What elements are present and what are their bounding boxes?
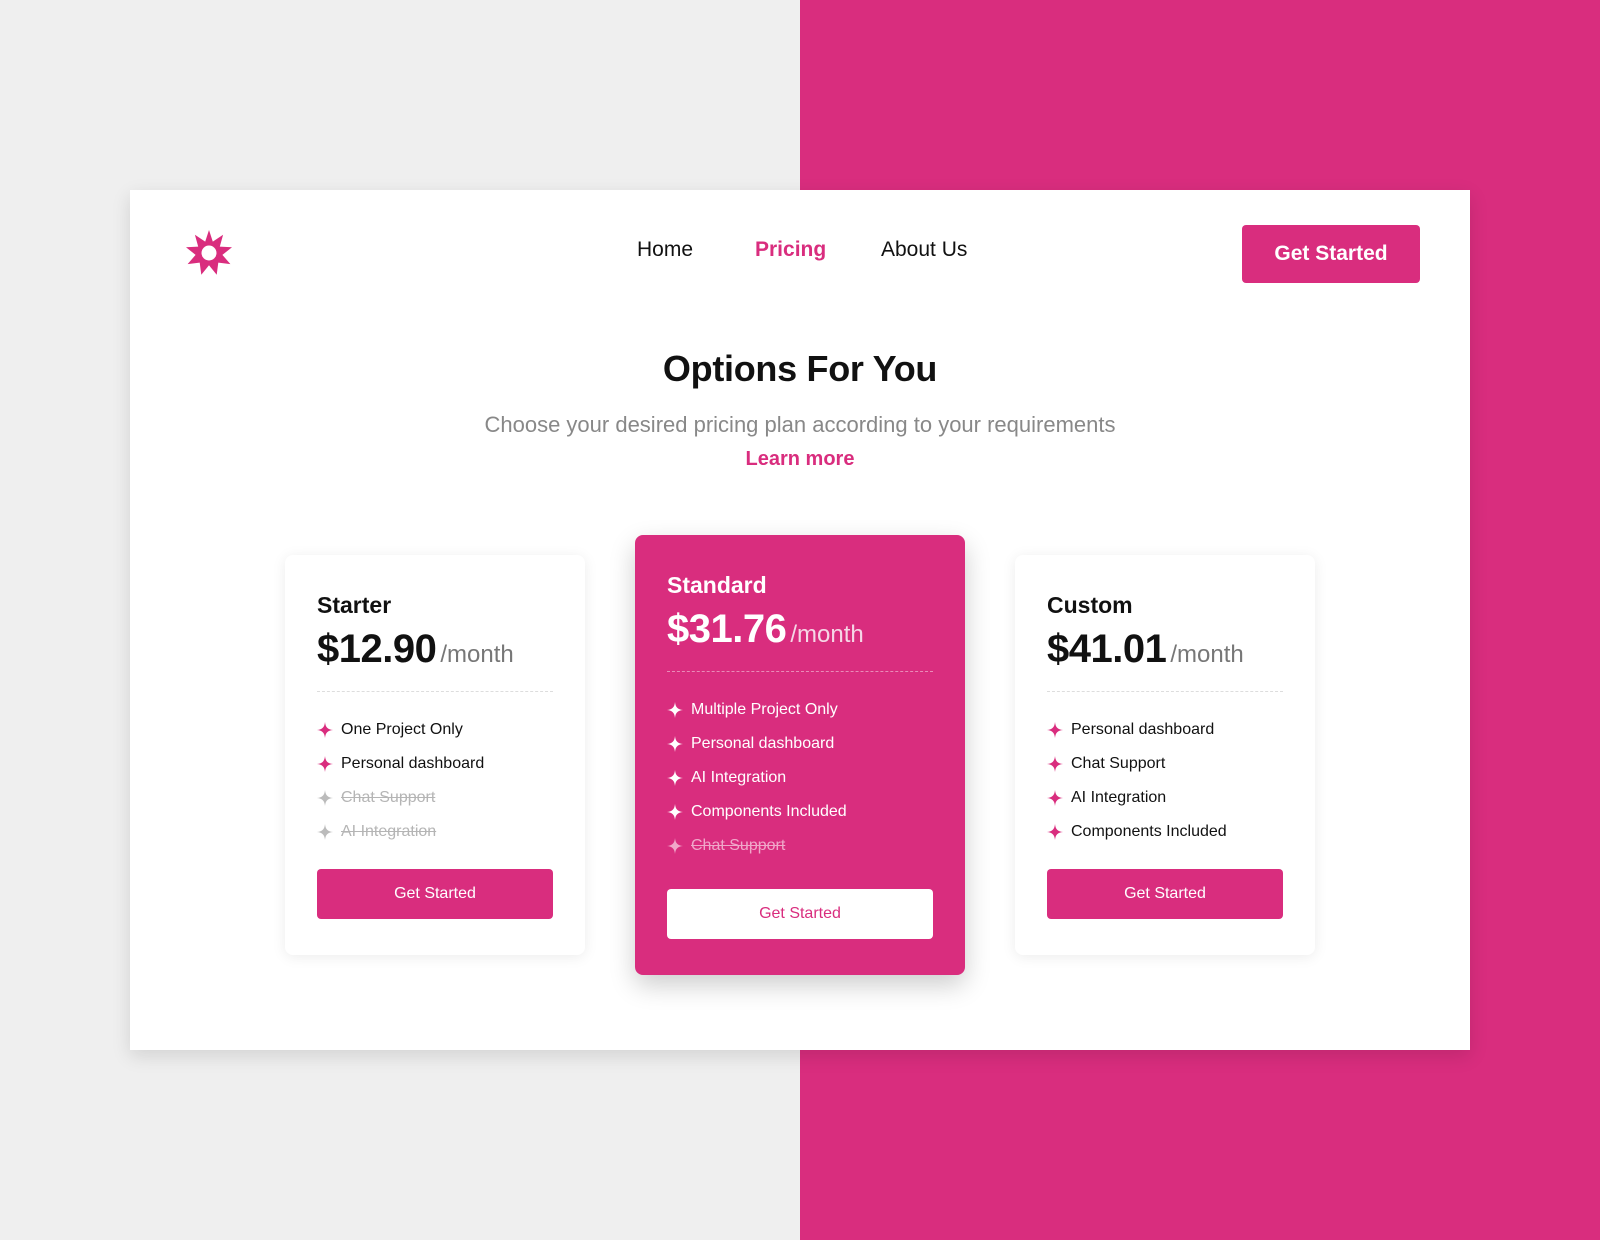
plan-price: $31.76 bbox=[667, 607, 787, 651]
feature-item: One Project Only bbox=[317, 713, 484, 747]
sparkle-icon bbox=[667, 804, 683, 820]
feature-list: Multiple Project Only Personal dashboard… bbox=[667, 693, 847, 863]
divider bbox=[1047, 691, 1283, 692]
feature-label: Chat Support bbox=[341, 789, 436, 806]
feature-item-unavailable: Chat Support bbox=[667, 829, 847, 863]
plan-card-starter: Starter $12.90/month One Project Only Pe… bbox=[285, 555, 585, 955]
plan-period: /month bbox=[790, 621, 864, 648]
sparkle-icon bbox=[317, 790, 333, 806]
feature-item: Personal dashboard bbox=[317, 747, 484, 781]
feature-item: AI Integration bbox=[1047, 781, 1227, 815]
page-title: Options For You bbox=[662, 348, 938, 389]
sparkle-icon bbox=[317, 722, 333, 738]
plan-price-row: $41.01/month bbox=[1047, 627, 1244, 672]
header-get-started-button[interactable]: Get Started bbox=[1242, 225, 1420, 283]
nav-about-link[interactable]: About Us bbox=[881, 238, 967, 262]
feature-label: Components Included bbox=[691, 803, 847, 820]
plan-name: Starter bbox=[317, 592, 392, 618]
feature-label: Multiple Project Only bbox=[691, 701, 838, 718]
sparkle-icon bbox=[667, 838, 683, 854]
custom-get-started-button[interactable]: Get Started bbox=[1047, 869, 1283, 919]
sparkle-icon bbox=[317, 756, 333, 772]
feature-label: AI Integration bbox=[691, 769, 787, 786]
feature-label: AI Integration bbox=[1071, 789, 1167, 806]
feature-label: One Project Only bbox=[341, 721, 463, 738]
feature-item: Components Included bbox=[1047, 815, 1227, 849]
feature-label: Chat Support bbox=[691, 837, 786, 854]
feature-item: Personal dashboard bbox=[667, 727, 847, 761]
plan-price: $41.01 bbox=[1047, 627, 1167, 671]
feature-label: Personal dashboard bbox=[1071, 721, 1215, 738]
feature-label: AI Integration bbox=[341, 823, 437, 840]
plan-name: Standard bbox=[667, 572, 767, 598]
feature-item-unavailable: Chat Support bbox=[317, 781, 484, 815]
plan-price-row: $31.76/month bbox=[667, 607, 864, 652]
feature-item: Chat Support bbox=[1047, 747, 1227, 781]
plan-name: Custom bbox=[1047, 592, 1133, 618]
page-subtitle: Choose your desired pricing plan accordi… bbox=[484, 412, 1116, 437]
feature-item: AI Integration bbox=[667, 761, 847, 795]
plan-price-row: $12.90/month bbox=[317, 627, 514, 672]
pricing-page: Home Pricing About Us Get Started Option… bbox=[130, 190, 1470, 1050]
feature-list: Personal dashboard Chat Support AI Integ… bbox=[1047, 713, 1227, 849]
feature-item-unavailable: AI Integration bbox=[317, 815, 484, 849]
plan-period: /month bbox=[440, 641, 514, 668]
feature-item: Components Included bbox=[667, 795, 847, 829]
feature-label: Personal dashboard bbox=[691, 735, 835, 752]
sparkle-icon bbox=[667, 770, 683, 786]
feature-item: Personal dashboard bbox=[1047, 713, 1227, 747]
sparkle-icon bbox=[1047, 722, 1063, 738]
standard-get-started-button[interactable]: Get Started bbox=[667, 889, 933, 939]
plan-card-custom: Custom $41.01/month Personal dashboard C… bbox=[1015, 555, 1315, 955]
sparkle-icon bbox=[1047, 790, 1063, 806]
nav-home-link[interactable]: Home bbox=[637, 238, 693, 262]
sparkle-icon bbox=[317, 824, 333, 840]
sparkle-icon bbox=[667, 736, 683, 752]
feature-list: One Project Only Personal dashboard Chat… bbox=[317, 713, 484, 849]
sparkle-icon bbox=[1047, 824, 1063, 840]
plan-card-standard: Standard $31.76/month Multiple Project O… bbox=[635, 535, 965, 975]
sparkle-icon bbox=[1047, 756, 1063, 772]
feature-label: Personal dashboard bbox=[341, 755, 485, 772]
feature-item: Multiple Project Only bbox=[667, 693, 847, 727]
feature-label: Chat Support bbox=[1071, 755, 1166, 772]
plan-price: $12.90 bbox=[317, 627, 437, 671]
nav-pricing-link[interactable]: Pricing bbox=[755, 238, 826, 262]
learn-more-link[interactable]: Learn more bbox=[746, 448, 855, 470]
starter-get-started-button[interactable]: Get Started bbox=[317, 869, 553, 919]
divider bbox=[317, 691, 553, 692]
divider bbox=[667, 671, 933, 672]
sparkle-icon bbox=[667, 702, 683, 718]
feature-label: Components Included bbox=[1071, 823, 1227, 840]
plan-period: /month bbox=[1170, 641, 1244, 668]
